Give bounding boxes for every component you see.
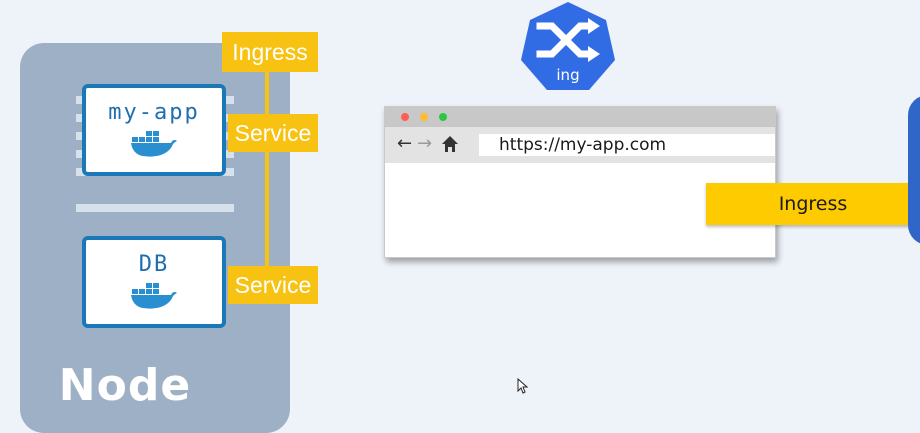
app-title: DB (138, 252, 170, 277)
minimize-dot-icon[interactable] (420, 113, 428, 121)
mouse-cursor-icon (517, 377, 529, 398)
service-tag-db: Service (228, 266, 318, 304)
app-title: my-app (108, 100, 200, 125)
node-label: Node (58, 360, 192, 411)
browser-toolbar: ← → https://my-app.com (385, 127, 775, 163)
app-box-my-app: my-app (82, 84, 226, 176)
ingress-logo-text: ing (556, 66, 579, 84)
back-arrow-icon[interactable]: ← (397, 133, 412, 154)
url-bar[interactable]: https://my-app.com (479, 134, 775, 156)
docker-whale-icon (86, 281, 222, 315)
maximize-dot-icon[interactable] (439, 113, 447, 121)
home-icon[interactable] (441, 135, 459, 157)
ingress-tag: Ingress (222, 32, 318, 72)
forward-arrow-icon[interactable]: → (417, 133, 432, 154)
close-dot-icon[interactable] (401, 113, 409, 121)
ingress-logo-icon: ing (520, 0, 616, 92)
app-box-db: DB (82, 236, 226, 328)
partial-shape (908, 95, 920, 245)
node-stripe (76, 204, 234, 212)
ingress-banner: Ingress (706, 183, 920, 225)
service-tag-app: Service (228, 114, 318, 152)
docker-whale-icon (86, 129, 222, 163)
browser-window: ← → https://my-app.com (384, 106, 776, 258)
browser-titlebar (385, 107, 775, 127)
connector-line (265, 70, 269, 290)
